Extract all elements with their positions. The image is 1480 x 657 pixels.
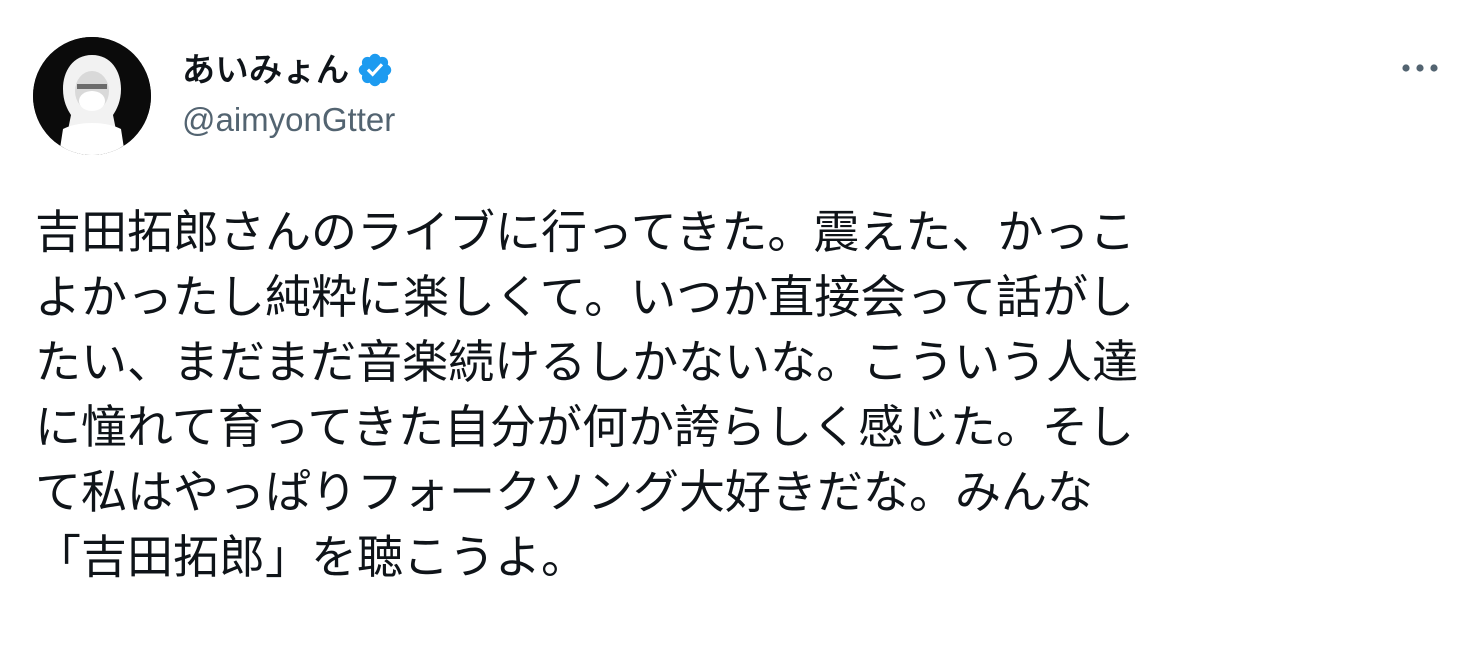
author-handle[interactable]: @aimyonGtter (182, 100, 395, 140)
profile-photo-icon (33, 37, 151, 155)
author-avatar[interactable] (33, 37, 151, 155)
tweet-text: 吉田拓郎さんのライブに行ってきた。震えた、かっこ よかったし純粋に楽しくて。いつ… (35, 200, 1455, 590)
tweet-text-line: 吉田拓郎さんのライブに行ってきた。震えた、かっこ (35, 205, 1136, 259)
verified-badge-icon (356, 51, 394, 89)
tweet-text-line: よかったし純粋に楽しくて。いつか直接会って話がし (35, 270, 1134, 324)
tweet-text-line: に憧れて育ってきた自分が何か誇らしく感じた。そし (35, 400, 1134, 454)
more-horizontal-icon (1402, 64, 1438, 72)
tweet-text-line: 「吉田拓郎」を聴こうよ。 (35, 530, 587, 584)
author-name-row[interactable]: あいみょん (182, 48, 394, 92)
author-display-name[interactable]: あいみょん (182, 48, 350, 92)
more-options-button[interactable] (1392, 50, 1448, 86)
tweet-text-line: て私はやっぱりフォークソング大好きだな。みんな (35, 465, 1093, 519)
tweet-text-line: たい、まだまだ音楽続けるしかないな。こういう人達 (35, 335, 1139, 389)
tweet-card: あいみょん @aimyonGtter 吉田拓郎さんのライブに行ってきた。震えた、… (0, 0, 1480, 657)
